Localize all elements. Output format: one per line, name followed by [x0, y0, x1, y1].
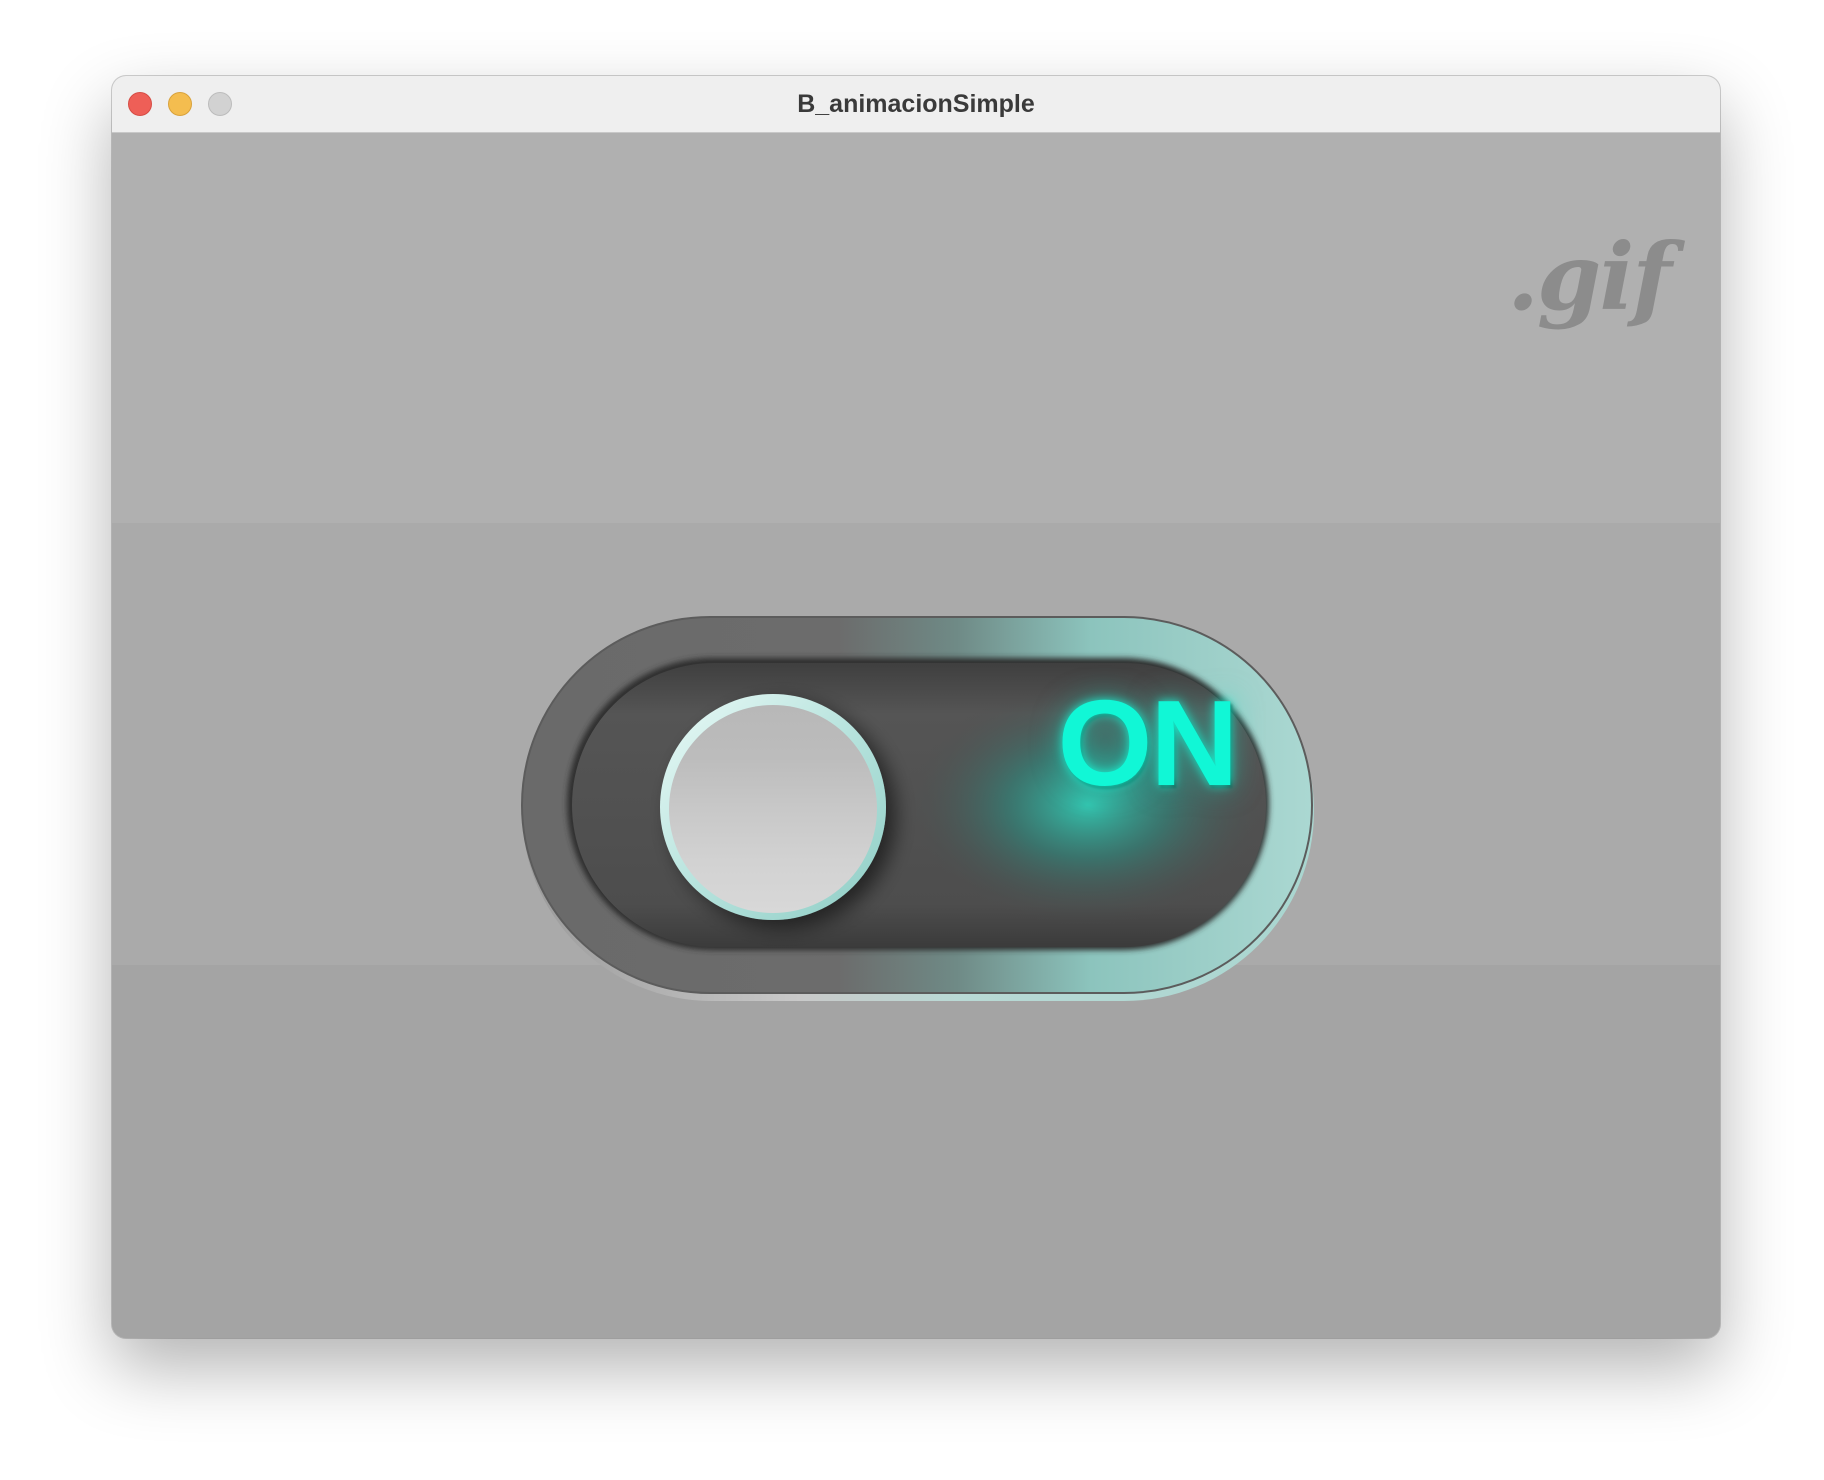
toggle-knob[interactable]	[660, 694, 886, 920]
toggle-switch-graphic[interactable]	[112, 133, 1720, 1338]
sketch-canvas: .gif ON	[112, 133, 1720, 1338]
app-window: B_animacionSimple .gif ON	[112, 76, 1720, 1338]
title-bar[interactable]: B_animacionSimple	[112, 76, 1720, 133]
on-label: ON	[1057, 675, 1239, 811]
window-title: B_animacionSimple	[797, 90, 1035, 118]
